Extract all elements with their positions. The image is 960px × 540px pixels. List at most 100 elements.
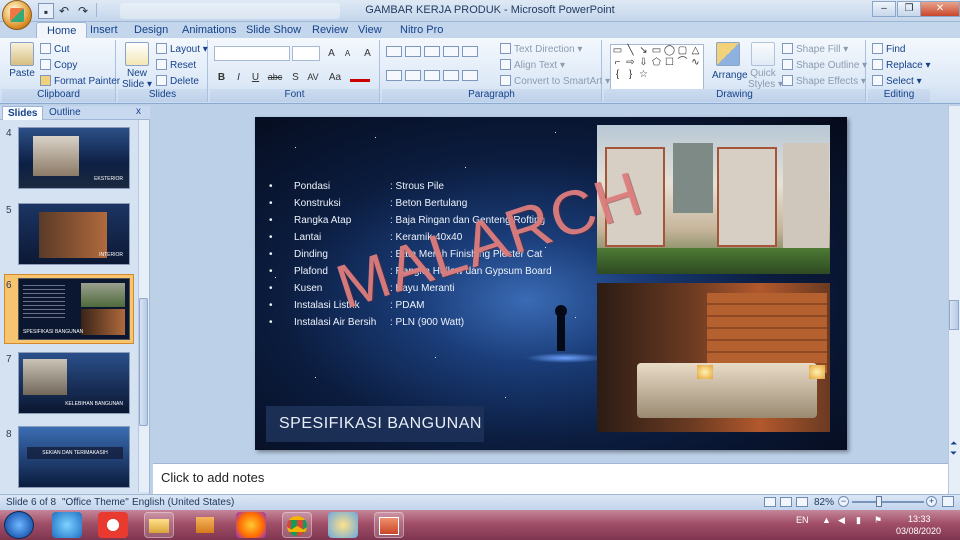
file-explorer-icon[interactable] bbox=[144, 512, 174, 538]
main-scrollbar-thumb[interactable] bbox=[949, 300, 959, 330]
italic-button[interactable]: I bbox=[231, 70, 246, 84]
new-slide-button[interactable]: New Slide ▾ bbox=[122, 42, 152, 90]
align-text-button[interactable]: Align Text ▾ bbox=[500, 59, 565, 71]
slide-thumbnail-8[interactable]: SEKIAN DAN TERIMAKASIH bbox=[18, 426, 130, 488]
tab-slides[interactable]: Slides bbox=[2, 106, 44, 120]
shape-effects-button[interactable]: Shape Effects ▾ bbox=[782, 75, 866, 87]
pane-close-icon[interactable]: x bbox=[136, 106, 141, 117]
firefox-icon[interactable] bbox=[236, 512, 266, 538]
tab-outline[interactable]: Outline bbox=[44, 106, 86, 120]
language-status[interactable]: English (United States) bbox=[132, 497, 234, 508]
oval-shape-icon[interactable]: ◯ bbox=[663, 45, 676, 57]
bullets-icon[interactable] bbox=[386, 46, 402, 57]
arrow-shape-icon[interactable]: ↘ bbox=[637, 45, 650, 57]
shape-outline-button[interactable]: Shape Outline ▾ bbox=[782, 59, 867, 71]
replace-button[interactable]: Replace ▾ bbox=[872, 59, 931, 71]
pane-scrollbar-thumb[interactable] bbox=[139, 298, 148, 426]
grow-font-button[interactable]: A bbox=[324, 46, 339, 60]
fit-to-window-icon[interactable] bbox=[942, 496, 954, 507]
media-player-icon[interactable] bbox=[98, 512, 128, 538]
bold-button[interactable]: B bbox=[214, 70, 229, 84]
slide-sorter-icon[interactable] bbox=[780, 497, 792, 507]
next-slide-icon[interactable]: ⏷ bbox=[950, 448, 957, 459]
numbering-icon[interactable] bbox=[405, 46, 421, 57]
shrink-font-button[interactable]: A bbox=[340, 46, 355, 60]
align-right-icon[interactable] bbox=[424, 70, 440, 81]
slide-thumbnail-5[interactable]: INTERIOR bbox=[18, 203, 130, 265]
slide-thumbnail-4[interactable]: EKSTERIOR bbox=[18, 127, 130, 189]
align-left-icon[interactable] bbox=[386, 70, 402, 81]
arrange-button[interactable]: Arrange bbox=[712, 42, 748, 86]
curve-shape-icon[interactable]: ⌒ bbox=[676, 57, 689, 69]
slide-thumbnail-7[interactable]: KELEBIHAN BANGUNAN bbox=[18, 352, 130, 414]
copy-button[interactable]: Copy bbox=[40, 59, 77, 71]
slide-title-box[interactable]: SPESIFIKASI BANGUNAN bbox=[266, 406, 484, 442]
rounded-rect-shape-icon[interactable]: ▢ bbox=[676, 45, 689, 57]
cut-button[interactable]: Cut bbox=[40, 43, 70, 55]
pentagon-shape-icon[interactable]: ⬠ bbox=[650, 57, 663, 69]
paste-button[interactable]: Paste bbox=[8, 42, 36, 79]
minimize-button[interactable]: – bbox=[872, 1, 896, 17]
tab-slide-show[interactable]: Slide Show bbox=[236, 22, 311, 39]
brace-shape-icon[interactable]: { bbox=[611, 69, 624, 81]
quick-styles-button[interactable]: Quick Styles ▾ bbox=[748, 42, 783, 90]
clear-formatting-button[interactable]: A bbox=[360, 46, 375, 60]
find-button[interactable]: Find bbox=[872, 43, 905, 55]
tab-nitro-pro[interactable]: Nitro Pro bbox=[390, 22, 453, 39]
internet-explorer-icon[interactable] bbox=[52, 512, 82, 538]
line-spacing-icon[interactable] bbox=[462, 46, 478, 57]
right-arrow-shape-icon[interactable]: ⇨ bbox=[624, 57, 637, 69]
triangle-shape-icon[interactable]: △ bbox=[689, 45, 702, 57]
reset-button[interactable]: Reset bbox=[156, 59, 196, 71]
shape-fill-button[interactable]: Shape Fill ▾ bbox=[782, 43, 848, 55]
powerpoint-taskbar-icon[interactable] bbox=[374, 512, 404, 538]
tab-design[interactable]: Design bbox=[124, 22, 178, 39]
wave-shape-icon[interactable]: ∿ bbox=[689, 57, 702, 69]
start-button[interactable] bbox=[4, 511, 34, 539]
increase-indent-icon[interactable] bbox=[443, 46, 459, 57]
change-case-button[interactable]: Aa bbox=[326, 70, 344, 84]
font-color-button[interactable] bbox=[350, 72, 370, 82]
font-name-combo[interactable] bbox=[214, 46, 290, 61]
language-indicator[interactable]: EN bbox=[796, 515, 809, 525]
normal-view-icon[interactable] bbox=[764, 497, 776, 507]
network-icon[interactable]: ▮ bbox=[856, 515, 861, 526]
shapes-gallery[interactable]: ▭ ╲ ↘ ▭ ◯ ▢ △ ⌐ ⇨ ⇩ ⬠ ☐ ⌒ ∿ { } ☆ bbox=[610, 44, 704, 90]
delete-button[interactable]: Delete bbox=[156, 75, 199, 87]
zoom-out-icon[interactable]: − bbox=[838, 496, 849, 507]
rect2-shape-icon[interactable]: ▭ bbox=[650, 45, 663, 57]
justify-icon[interactable] bbox=[443, 70, 459, 81]
columns-icon[interactable] bbox=[462, 70, 478, 81]
slide-thumbnail-6[interactable]: SPESIFIKASI BANGUNAN bbox=[18, 278, 130, 340]
redo-icon[interactable]: ↷ bbox=[75, 3, 91, 19]
underline-button[interactable]: U bbox=[248, 70, 263, 84]
undo-icon[interactable]: ↶ bbox=[56, 3, 72, 19]
select-button[interactable]: Select ▾ bbox=[872, 75, 922, 87]
notes-pane[interactable]: Click to add notes bbox=[153, 463, 948, 494]
paint-icon[interactable] bbox=[328, 512, 358, 538]
slide-show-icon[interactable] bbox=[796, 497, 808, 507]
convert-smartart-button[interactable]: Convert to SmartArt ▾ bbox=[500, 75, 610, 87]
office-button[interactable] bbox=[2, 0, 32, 30]
callout-shape-icon[interactable]: ☐ bbox=[663, 57, 676, 69]
font-size-combo[interactable] bbox=[292, 46, 320, 61]
clock-time[interactable]: 13:33 bbox=[908, 514, 931, 524]
decrease-indent-icon[interactable] bbox=[424, 46, 440, 57]
align-center-icon[interactable] bbox=[405, 70, 421, 81]
zoom-slider-thumb[interactable] bbox=[876, 496, 882, 507]
strikethrough-button[interactable]: abc bbox=[265, 70, 285, 84]
tray-up-icon[interactable]: ▲ bbox=[822, 515, 831, 525]
chrome-icon[interactable] bbox=[282, 512, 312, 538]
brace-close-shape-icon[interactable]: } bbox=[624, 69, 637, 81]
video-app-icon[interactable] bbox=[190, 512, 220, 538]
tab-view[interactable]: View bbox=[348, 22, 392, 39]
star-shape-icon[interactable]: ☆ bbox=[637, 69, 650, 81]
tab-insert[interactable]: Insert bbox=[80, 22, 128, 39]
down-arrow-shape-icon[interactable]: ⇩ bbox=[637, 57, 650, 69]
rectangle-shape-icon[interactable]: ▭ bbox=[611, 45, 624, 57]
zoom-slider[interactable] bbox=[852, 501, 924, 503]
character-spacing-button[interactable]: AV bbox=[304, 70, 322, 84]
flag-icon[interactable]: ⚑ bbox=[874, 515, 882, 526]
elbow-shape-icon[interactable]: ⌐ bbox=[611, 57, 624, 69]
zoom-in-icon[interactable]: + bbox=[926, 496, 937, 507]
